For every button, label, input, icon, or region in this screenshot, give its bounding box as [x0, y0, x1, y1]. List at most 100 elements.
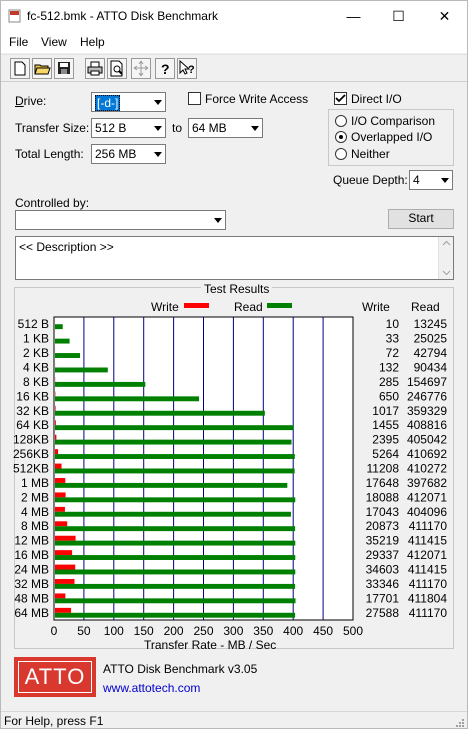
- write-bar: [55, 434, 57, 440]
- category-label: 24 MB: [14, 563, 49, 577]
- category-label: 4 KB: [23, 361, 49, 375]
- x-tick-label: 250: [193, 624, 213, 638]
- write-value: 35219: [366, 534, 400, 548]
- write-value: 17648: [366, 476, 400, 490]
- category-label: 8 KB: [23, 375, 49, 389]
- write-bar: [55, 579, 75, 584]
- write-value: 1017: [372, 404, 399, 418]
- read-bar: [55, 598, 296, 604]
- status-text: For Help, press F1: [4, 714, 104, 728]
- read-bar: [55, 381, 146, 387]
- write-value: 650: [379, 389, 399, 403]
- resize-grip-icon[interactable]: [453, 716, 465, 728]
- x-tick-label: 150: [134, 624, 154, 638]
- write-bar: [55, 478, 66, 483]
- read-value: 411170: [409, 577, 448, 591]
- product-version: ATTO Disk Benchmark v3.05: [103, 662, 258, 676]
- write-value: 5264: [372, 447, 399, 461]
- x-axis-label: Transfer Rate - MB / Sec: [144, 638, 277, 652]
- read-value: 359329: [407, 404, 447, 418]
- write-value: 18088: [366, 490, 400, 504]
- read-bar: [55, 338, 70, 344]
- write-bar: [55, 405, 56, 411]
- write-bar: [55, 593, 66, 599]
- read-bar: [55, 324, 63, 330]
- write-value: 27588: [366, 606, 400, 620]
- atto-logo-text: ATTO: [18, 661, 92, 693]
- x-tick-label: 350: [253, 624, 273, 638]
- category-label: 128KB: [13, 433, 49, 447]
- write-value: 33346: [366, 577, 400, 591]
- read-bar: [55, 511, 291, 517]
- read-value: 405042: [407, 433, 447, 447]
- x-tick-label: 200: [164, 624, 184, 638]
- read-value: 411170: [409, 606, 448, 620]
- read-value: 42794: [414, 346, 448, 360]
- write-value: 72: [386, 346, 400, 360]
- write-value: 33: [386, 332, 400, 346]
- write-value: 34603: [366, 563, 400, 577]
- category-label: 2 MB: [21, 490, 49, 504]
- category-label: 256KB: [13, 447, 49, 461]
- read-value: 411804: [408, 591, 447, 605]
- read-bar: [55, 367, 108, 373]
- write-bar: [55, 506, 65, 512]
- read-value: 410272: [407, 462, 447, 476]
- category-label: 16 MB: [14, 548, 49, 562]
- write-value: 20873: [366, 519, 400, 533]
- read-value: 90434: [414, 361, 448, 375]
- write-bar: [55, 420, 56, 426]
- category-label: 512 B: [18, 317, 49, 331]
- read-bar: [55, 569, 296, 575]
- write-value: 2395: [372, 433, 399, 447]
- x-tick-label: 400: [283, 624, 303, 638]
- write-bar: [55, 607, 72, 613]
- results-chart: 0 50 100 150 200 250 300 350 400 450 500 512 B 10 132…: [13, 316, 448, 638]
- write-value: 17701: [366, 591, 400, 605]
- x-tick-label: 100: [104, 624, 124, 638]
- read-value: 25025: [414, 332, 448, 346]
- read-value: 154697: [407, 375, 447, 389]
- read-value: 408816: [407, 418, 447, 432]
- read-bar: [55, 612, 296, 618]
- read-bar: [55, 526, 296, 532]
- category-label: 8 MB: [21, 519, 49, 533]
- atto-logo[interactable]: ATTO: [14, 657, 96, 697]
- read-bar: [55, 497, 296, 503]
- read-bar: [55, 353, 80, 358]
- write-value: 132: [379, 361, 399, 375]
- write-bar: [55, 535, 76, 541]
- read-bar: [55, 410, 265, 416]
- write-value: 285: [379, 375, 399, 389]
- read-value: 411415: [408, 534, 447, 548]
- x-tick-label: 0: [51, 624, 58, 638]
- category-label: 64 KB: [16, 418, 49, 432]
- read-bar: [55, 583, 296, 589]
- write-bar: [55, 521, 68, 527]
- read-bar: [55, 425, 294, 431]
- x-tick-label: 300: [223, 624, 243, 638]
- read-bar: [55, 454, 295, 459]
- read-value: 411415: [408, 563, 447, 577]
- website-link[interactable]: www.attotech.com: [103, 681, 200, 695]
- read-bar: [55, 540, 296, 546]
- x-tick-label: 50: [77, 624, 91, 638]
- read-bar: [55, 439, 292, 445]
- write-bar: [55, 492, 66, 498]
- read-value: 411170: [409, 519, 448, 533]
- read-value: 410692: [407, 447, 447, 461]
- category-label: 16 KB: [16, 389, 49, 403]
- read-bar: [55, 482, 288, 488]
- category-label: 1 MB: [21, 476, 49, 490]
- category-label: 1 KB: [23, 332, 49, 346]
- write-bar: [55, 463, 62, 469]
- category-label: 512KB: [13, 462, 49, 476]
- read-bar: [55, 396, 200, 402]
- category-label: 4 MB: [21, 505, 49, 519]
- write-bar: [55, 564, 76, 570]
- read-value: 246776: [407, 389, 447, 403]
- write-value: 11208: [367, 462, 400, 476]
- read-value: 404096: [407, 505, 447, 519]
- category-label: 48 MB: [14, 591, 49, 605]
- write-value: 29337: [366, 548, 400, 562]
